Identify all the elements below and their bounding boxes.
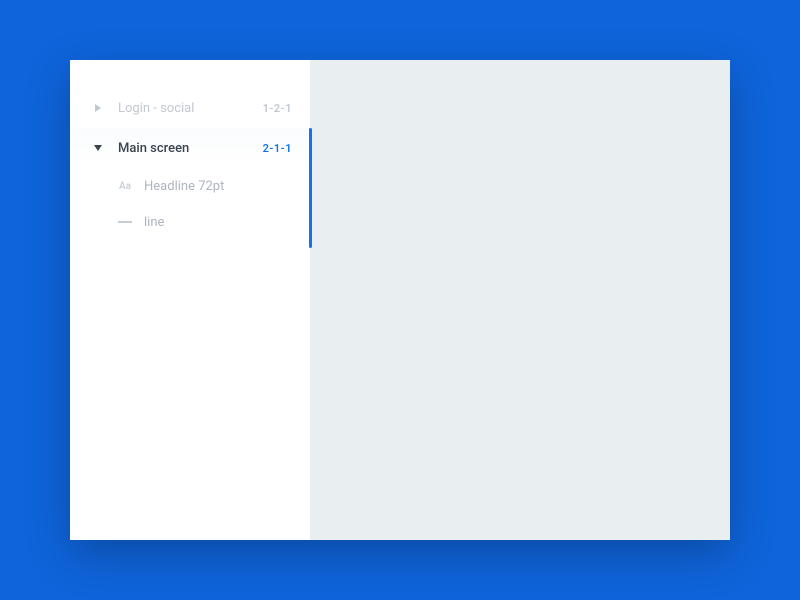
layer-item-login-social[interactable]: Login - social 1-2-1 bbox=[70, 88, 310, 128]
layer-item-label: Main screen bbox=[118, 141, 263, 156]
layer-child-line[interactable]: line bbox=[70, 204, 310, 240]
selection-indicator bbox=[309, 128, 312, 248]
layer-child-label: Headline 72pt bbox=[144, 179, 224, 194]
layer-child-headline[interactable]: Aa Headline 72pt bbox=[70, 168, 310, 204]
layer-item-label: Login - social bbox=[118, 101, 263, 116]
chevron-right-icon bbox=[92, 104, 104, 112]
sidebar-list: Login - social 1-2-1 Main screen 2-1-1 A… bbox=[70, 60, 310, 240]
layer-item-code: 2-1-1 bbox=[263, 142, 292, 155]
layers-sidebar: Login - social 1-2-1 Main screen 2-1-1 A… bbox=[70, 60, 310, 540]
layer-child-label: line bbox=[144, 215, 164, 230]
layer-item-main-screen[interactable]: Main screen 2-1-1 bbox=[70, 128, 310, 168]
canvas-area[interactable] bbox=[310, 60, 730, 540]
app-window: Login - social 1-2-1 Main screen 2-1-1 A… bbox=[70, 60, 730, 540]
text-style-icon: Aa bbox=[118, 179, 132, 193]
line-icon bbox=[118, 215, 132, 229]
layer-item-code: 1-2-1 bbox=[263, 102, 292, 115]
chevron-down-icon bbox=[92, 144, 104, 152]
